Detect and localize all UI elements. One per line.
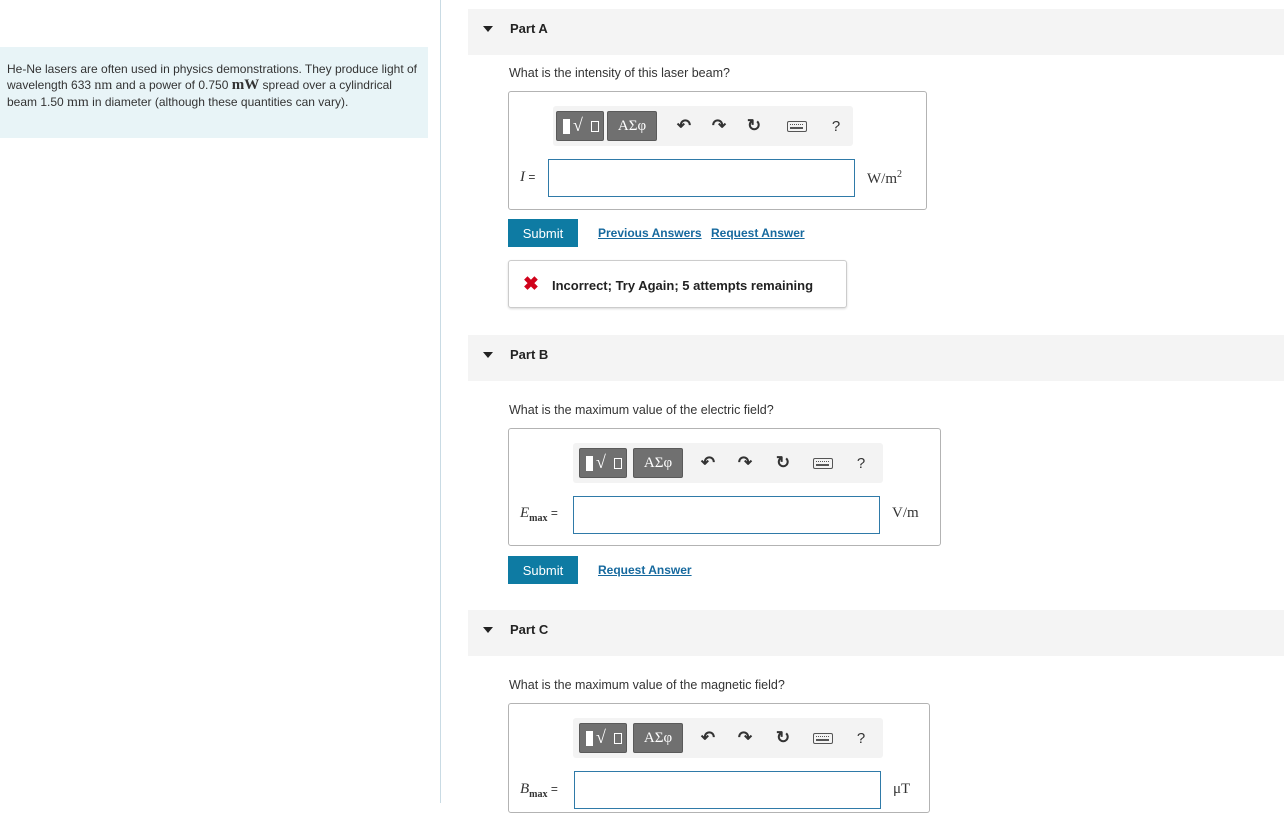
redo-icon[interactable]: ↷ [734, 726, 756, 750]
math-toolbar: √ ΑΣφ ↶ ↷ ↻ ? [573, 718, 883, 758]
undo-icon[interactable]: ↶ [697, 451, 719, 475]
templates-button[interactable]: √ [556, 111, 604, 141]
undo-icon[interactable]: ↶ [673, 114, 695, 138]
unit-label: W/m2 [867, 169, 902, 187]
variable-label: Bmax = [520, 781, 558, 800]
answer-input[interactable] [573, 496, 880, 534]
greek-symbols-button[interactable]: ΑΣφ [607, 111, 657, 141]
math-toolbar: √ ΑΣφ ↶ ↷ ↻ ? [553, 106, 853, 146]
keyboard-icon[interactable] [812, 726, 834, 750]
part-c-header[interactable]: Part C [468, 610, 1284, 656]
collapse-triangle-icon[interactable] [483, 352, 493, 358]
math-toolbar: √ ΑΣφ ↶ ↷ ↻ ? [573, 443, 883, 483]
redo-icon[interactable]: ↷ [734, 451, 756, 475]
help-button[interactable]: ? [850, 726, 872, 750]
reset-icon[interactable]: ↻ [772, 726, 794, 750]
part-c-question: What is the maximum value of the magneti… [509, 678, 785, 692]
feedback-text: Incorrect; Try Again; 5 attempts remaini… [552, 278, 814, 293]
variable-label: Emax = [520, 505, 558, 524]
answer-input[interactable] [574, 771, 881, 809]
request-answer-link[interactable]: Request Answer [598, 563, 692, 577]
incorrect-icon: ✖ [523, 274, 539, 295]
variable-label: I = [520, 169, 536, 185]
templates-button[interactable]: √ [579, 723, 627, 753]
part-a-question: What is the intensity of this laser beam… [509, 66, 730, 80]
redo-icon[interactable]: ↷ [708, 114, 730, 138]
unit-label: V/m [892, 505, 919, 521]
help-button[interactable]: ? [825, 114, 847, 138]
templates-button[interactable]: √ [579, 448, 627, 478]
feedback-message: ✖ Incorrect; Try Again; 5 attempts remai… [508, 260, 847, 308]
collapse-triangle-icon[interactable] [483, 627, 493, 633]
collapse-triangle-icon[interactable] [483, 26, 493, 32]
submit-button[interactable]: Submit [508, 219, 578, 247]
part-b-header[interactable]: Part B [468, 335, 1284, 381]
problem-panel: He-Ne lasers are often used in physics d… [0, 0, 441, 803]
part-c-title: Part C [510, 622, 549, 637]
part-b-answer-box: √ ΑΣφ ↶ ↷ ↻ ? Emax = V/m [508, 428, 941, 546]
unit-label: μT [893, 781, 911, 797]
answer-input[interactable] [548, 159, 855, 197]
part-c-answer-box: √ ΑΣφ ↶ ↷ ↻ ? Bmax = μT [508, 703, 930, 813]
part-b-title: Part B [510, 347, 549, 362]
greek-symbols-button[interactable]: ΑΣφ [633, 723, 683, 753]
greek-symbols-button[interactable]: ΑΣφ [633, 448, 683, 478]
help-button[interactable]: ? [850, 451, 872, 475]
keyboard-icon[interactable] [812, 451, 834, 475]
problem-intro: He-Ne lasers are often used in physics d… [0, 47, 428, 138]
request-answer-link[interactable]: Request Answer [711, 226, 805, 240]
part-a-answer-box: √ ΑΣφ ↶ ↷ ↻ ? I = W/m2 [508, 91, 927, 210]
part-a-header[interactable]: Part A [468, 9, 1284, 55]
part-b-question: What is the maximum value of the electri… [509, 403, 774, 417]
reset-icon[interactable]: ↻ [772, 451, 794, 475]
part-a-title: Part A [510, 21, 548, 36]
previous-answers-link[interactable]: Previous Answers [598, 226, 702, 240]
undo-icon[interactable]: ↶ [697, 726, 719, 750]
keyboard-icon[interactable] [786, 114, 808, 138]
submit-button[interactable]: Submit [508, 556, 578, 584]
reset-icon[interactable]: ↻ [743, 114, 765, 138]
